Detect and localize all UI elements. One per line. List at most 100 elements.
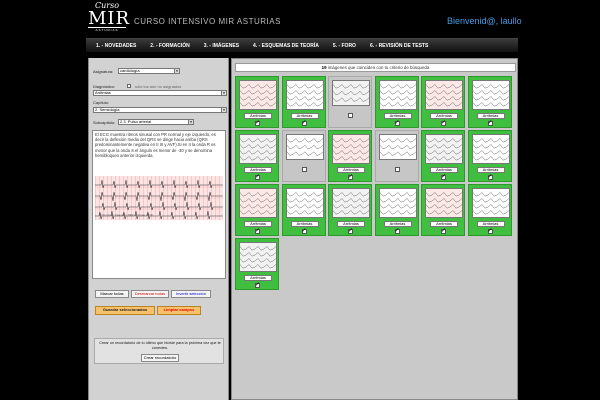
image-tile-label: Arritmias	[476, 167, 505, 173]
image-select-checkbox[interactable]	[348, 174, 353, 181]
ecg-thumbnail[interactable]	[285, 134, 324, 160]
image-tile[interactable]: Arritmias	[467, 130, 512, 182]
ecg-thumbnail[interactable]	[471, 134, 510, 164]
ecg-thumbnail[interactable]	[425, 188, 463, 218]
nav-item-foro[interactable]: 5. - FORO	[333, 43, 356, 49]
capitulo-value: 2. Semiología	[95, 107, 120, 112]
ecg-thumbnail[interactable]	[425, 80, 463, 110]
image-select-checkbox[interactable]	[255, 174, 260, 181]
image-tile[interactable]: Arritmias	[467, 76, 512, 128]
image-tile[interactable]: Arritmias	[235, 76, 279, 128]
image-tile-label: Arritmias	[430, 113, 458, 119]
ecg-thumbnail[interactable]	[285, 80, 324, 110]
results-count: 19	[321, 65, 327, 70]
unmark-all-button[interactable]: Desmarcar todas	[131, 290, 169, 298]
save-selected-button[interactable]: Guardar seleccionados	[95, 306, 155, 315]
image-tile[interactable]	[374, 130, 419, 182]
ecg-thumbnail[interactable]	[239, 134, 277, 164]
image-select-checkbox[interactable]	[487, 174, 493, 181]
ecg-thumbnail[interactable]	[471, 188, 510, 218]
image-tile-label: Arritmias	[430, 221, 458, 227]
image-select-checkbox[interactable]	[394, 167, 400, 172]
reminder-box: Crear un recordatorio de lo último que h…	[94, 338, 224, 364]
diagnostico-value: Arritmias	[95, 90, 111, 95]
image-select-checkbox[interactable]	[348, 228, 353, 235]
asignatura-label: Asignatura:	[93, 69, 114, 74]
image-tile-label: Arritmias	[337, 167, 365, 173]
image-tile[interactable]: Arritmias	[281, 184, 326, 236]
image-select-checkbox[interactable]	[255, 228, 260, 235]
solo-no-asignados-label: sólo los aún no asignados	[135, 84, 182, 89]
site-title: CURSO INTENSIVO MIR ASTURIAS	[134, 17, 281, 26]
image-select-checkbox[interactable]	[487, 228, 493, 235]
image-tile[interactable]: Arritmias	[281, 76, 326, 128]
image-select-checkbox[interactable]	[441, 120, 446, 127]
image-tile-label: Arritmias	[244, 167, 272, 173]
ecg-thumbnail[interactable]	[378, 80, 417, 110]
image-select-checkbox[interactable]	[301, 120, 307, 127]
image-tile[interactable]: Arritmias	[421, 130, 465, 182]
image-select-checkbox[interactable]	[394, 120, 400, 127]
subcapitulo-label: Subcapítulo:	[93, 120, 116, 125]
ecg-thumbnail[interactable]	[239, 80, 277, 110]
nav-item-formacion[interactable]: 2. - FORMACIÓN	[150, 43, 189, 49]
ecg-caption: ECG Curso Intensivo MIR Asturias 2009	[99, 213, 153, 217]
ecg-thumbnail[interactable]	[378, 188, 417, 218]
ecg-thumbnail[interactable]	[471, 80, 510, 110]
image-tile[interactable]: Arritmias	[235, 238, 279, 290]
ecg-thumbnail[interactable]	[239, 188, 277, 218]
image-select-checkbox[interactable]	[255, 282, 260, 289]
image-tile[interactable]: Arritmias	[235, 130, 279, 182]
logo-main: MIR	[88, 8, 131, 29]
ecg-thumbnail[interactable]	[378, 134, 417, 160]
image-tile[interactable]: Arritmias	[467, 184, 512, 236]
capitulo-label: Capítulo:	[93, 100, 110, 105]
ecg-thumbnail[interactable]	[332, 80, 370, 106]
image-tile[interactable]: Arritmias	[235, 184, 279, 236]
logo[interactable]: Curso MIR ASTURIAS	[88, 2, 131, 36]
image-select-checkbox[interactable]	[487, 120, 493, 127]
image-tile-label: Arritmias	[290, 221, 319, 227]
solo-no-asignados-checkbox[interactable]	[127, 84, 131, 88]
ecg-thumbnail[interactable]	[285, 188, 324, 218]
image-tile-label: Arritmias	[476, 221, 505, 227]
ecg-thumbnail[interactable]	[332, 134, 370, 164]
image-select-checkbox[interactable]	[255, 120, 260, 127]
image-select-checkbox[interactable]	[301, 228, 307, 235]
image-select-checkbox[interactable]	[301, 167, 307, 172]
ecg-thumbnail[interactable]	[332, 188, 370, 218]
image-select-checkbox[interactable]	[441, 228, 446, 235]
reminder-text: Crear un recordatorio de lo último que h…	[99, 341, 221, 350]
nav-item-revision-tests[interactable]: 6. - REVISIÓN DE TESTS	[370, 43, 428, 49]
invert-selection-button[interactable]: Invertir selección	[171, 290, 211, 298]
nav-item-imagenes[interactable]: 3. - IMÁGENES	[204, 43, 239, 49]
welcome-user-link[interactable]: Bienvenid@, laullo	[447, 16, 522, 26]
nav-item-novedades[interactable]: 1. - NOVEDADES	[96, 43, 136, 49]
image-tile[interactable]: Arritmias	[421, 76, 465, 128]
ecg-thumbnail[interactable]	[239, 242, 277, 272]
image-select-checkbox[interactable]	[348, 113, 353, 118]
image-tile[interactable]	[328, 76, 372, 128]
image-tile[interactable]: Arritmias	[374, 184, 419, 236]
subcapitulo-select[interactable]: 2.3. Pulso arterial ▼	[118, 119, 194, 125]
image-description-box: El ECG muestra ritmos sinusal con PR nor…	[92, 130, 226, 279]
mark-all-button[interactable]: Marcar todas	[95, 290, 129, 298]
nav-item-esquemas[interactable]: 4. - ESQUEMAS DE TEORÍA	[253, 43, 319, 49]
image-tile[interactable]: Arritmias	[328, 130, 372, 182]
ecg-thumbnail[interactable]	[425, 134, 463, 164]
image-select-checkbox[interactable]	[441, 174, 446, 181]
diagnostico-select[interactable]: Arritmias ▼	[93, 90, 227, 96]
asignatura-select[interactable]: cardiología ▼	[118, 68, 180, 74]
image-tile[interactable]: Arritmias	[374, 76, 419, 128]
image-tile-label: Arritmias	[383, 113, 412, 119]
capitulo-select[interactable]: 2. Semiología ▼	[93, 107, 227, 113]
image-tile[interactable]: Arritmias	[421, 184, 465, 236]
create-reminder-button[interactable]: Crear recordatorio	[141, 354, 179, 362]
diagnostico-label: Diagnóstico:	[93, 84, 116, 89]
image-select-checkbox[interactable]	[394, 228, 400, 235]
chevron-down-icon: ▼	[221, 91, 226, 95]
image-tile[interactable]	[281, 130, 326, 182]
chevron-down-icon: ▼	[174, 69, 179, 73]
clear-fields-button[interactable]: Limpiar campos	[157, 306, 201, 315]
image-tile[interactable]: Arritmias	[328, 184, 372, 236]
